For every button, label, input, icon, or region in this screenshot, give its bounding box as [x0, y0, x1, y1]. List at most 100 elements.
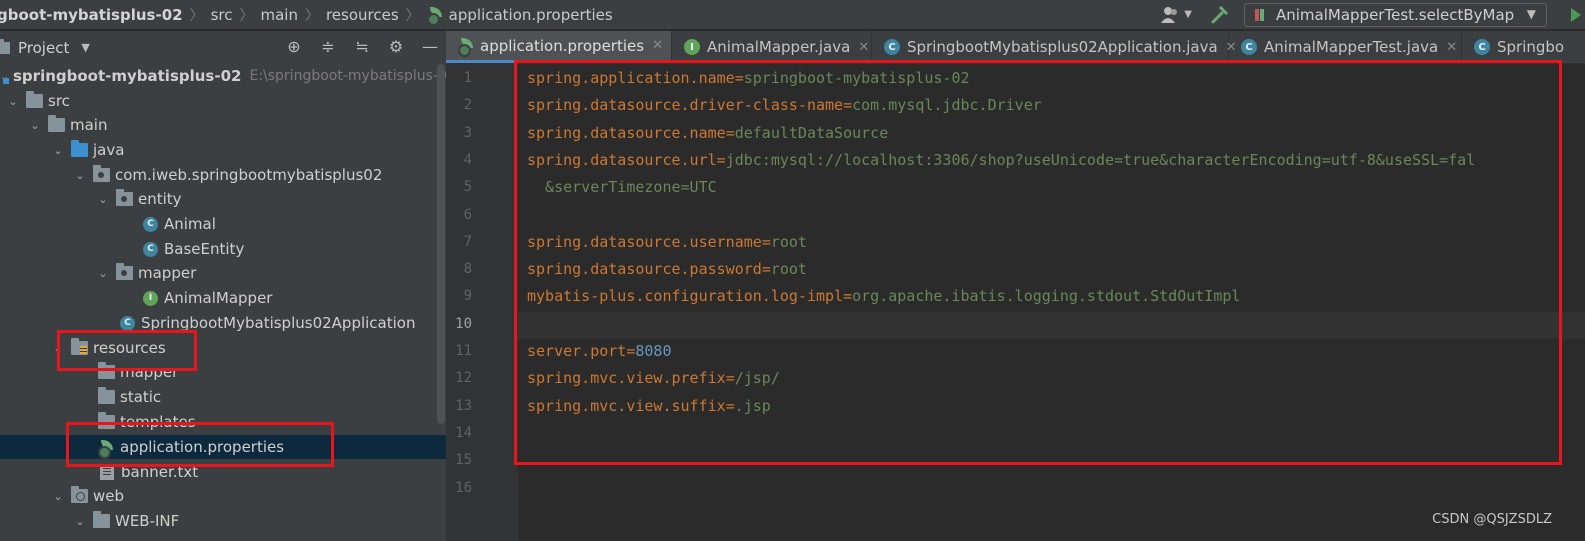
- tree-item-entity[interactable]: ⌄ entity: [0, 187, 446, 211]
- tree-item-baseentity[interactable]: C BaseEntity: [0, 237, 446, 261]
- property-key: spring.mvc.view.suffix: [527, 396, 726, 415]
- breadcrumb-item-project[interactable]: gboot-mybatisplus-02: [0, 6, 183, 24]
- tree-item-web-inf[interactable]: ⌄ WEB-INF: [0, 509, 446, 533]
- expand-arrow-icon[interactable]: ⌄: [51, 490, 65, 503]
- code-line: spring.datasource.password=root: [527, 256, 807, 283]
- collapse-icon[interactable]: ≒: [352, 36, 372, 56]
- breadcrumb-separator: 〉: [304, 7, 319, 24]
- breadcrumb-item-resources[interactable]: resources: [326, 6, 399, 24]
- tree-item-templates[interactable]: templates: [0, 410, 446, 434]
- expand-arrow-icon[interactable]: ⌄: [73, 515, 87, 528]
- expand-arrow-icon[interactable]: ⌄: [51, 144, 65, 157]
- line-number: 12: [455, 370, 472, 387]
- tree-item-application-properties[interactable]: application.properties: [0, 435, 446, 459]
- tree-item-package[interactable]: ⌄ com.iweb.springbootmybatisplus02: [0, 163, 446, 187]
- expand-arrow-icon[interactable]: ⌄: [73, 169, 87, 182]
- run-icon[interactable]: [1565, 3, 1585, 27]
- code-line: spring.datasource.url=jdbc:mysql://local…: [527, 147, 1475, 174]
- equals-sign: =: [734, 69, 744, 87]
- line-number: 6: [463, 206, 472, 223]
- tree-item-animalmapper[interactable]: I AnimalMapper: [0, 286, 446, 310]
- equals-sign: =: [761, 260, 771, 279]
- source-folder-icon: [71, 140, 88, 157]
- editor-tabs: application.properties ✕ I AnimalMapper.…: [446, 31, 1585, 64]
- breadcrumb-item-main[interactable]: main: [260, 6, 297, 24]
- tree-item-module[interactable]: ⌄ springboot-mybatisplus-02 E:\springboo…: [0, 64, 446, 88]
- property-key: spring.datasource.driver-class-name: [527, 96, 844, 115]
- breadcrumb-item-src[interactable]: src: [211, 6, 233, 24]
- class-icon: C: [143, 216, 158, 232]
- tree-item-static[interactable]: static: [0, 385, 446, 409]
- minimize-icon[interactable]: —: [420, 36, 440, 56]
- property-key: spring.datasource.name: [527, 123, 726, 142]
- tree-item-mapper-package[interactable]: ⌄ mapper: [0, 261, 446, 285]
- property-key: spring.datasource.username: [527, 232, 762, 251]
- spring-properties-icon: [426, 7, 444, 26]
- tree-item-mapper-folder[interactable]: mapper: [0, 360, 446, 384]
- expand-arrow-icon[interactable]: ⌄: [96, 193, 110, 206]
- code-line: spring.datasource.name=defaultDataSource: [527, 120, 888, 147]
- code-line: mybatis-plus.configuration.log-impl=org.…: [527, 283, 1240, 310]
- code-line: spring.datasource.driver-class-name=com.…: [527, 92, 1042, 119]
- user-icon[interactable]: ▼: [1160, 6, 1192, 24]
- property-value: com.mysql.jdbc.Driver: [852, 96, 1042, 115]
- tree-item-banner[interactable]: banner.txt: [0, 460, 446, 484]
- hammer-icon[interactable]: [1210, 5, 1230, 25]
- tree-item-main[interactable]: ⌄ main: [0, 113, 446, 137]
- tab-springbo[interactable]: C Springbo: [1462, 31, 1585, 63]
- breadcrumb: gboot-mybatisplus-02 〉 src 〉 main 〉 reso…: [0, 5, 613, 26]
- tab-application-properties[interactable]: application.properties ✕: [446, 31, 672, 63]
- code-editor[interactable]: spring.application.name=springboot-mybat…: [518, 64, 1585, 541]
- locate-icon[interactable]: ⊕: [284, 36, 304, 56]
- equals-sign: =: [725, 396, 735, 415]
- run-configuration-select[interactable]: AnimalMapperTest.selectByMap ▼: [1244, 2, 1547, 27]
- equals-sign: =: [725, 123, 735, 142]
- code-line: &serverTimezone=UTC: [527, 174, 717, 201]
- expand-arrow-icon[interactable]: ⌄: [28, 119, 42, 132]
- chevron-down-icon: ▼: [1526, 6, 1536, 21]
- breadcrumb-separator: 〉: [189, 7, 204, 24]
- expand-arrow-icon[interactable]: ⌄: [96, 267, 110, 280]
- line-number: 10: [455, 315, 472, 332]
- breadcrumb-separator: 〉: [405, 7, 420, 24]
- close-icon[interactable]: ✕: [1446, 40, 1457, 55]
- gear-icon[interactable]: ⚙: [386, 36, 406, 56]
- package-icon: [116, 263, 133, 280]
- property-key: spring.datasource.url: [527, 150, 717, 169]
- line-number: 1: [463, 70, 472, 86]
- spring-properties-icon: [458, 38, 475, 57]
- tab-animalmappertest[interactable]: C AnimalMapperTest.java ✕: [1229, 31, 1462, 63]
- tree-item-java[interactable]: ⌄ java: [0, 138, 446, 162]
- equals-sign: =: [843, 96, 853, 115]
- spring-properties-icon: [98, 439, 115, 459]
- expand-arrow-icon[interactable]: ⌄: [6, 95, 20, 108]
- navigation-bar: gboot-mybatisplus-02 〉 src 〉 main 〉 reso…: [0, 0, 1585, 29]
- tab-application-class[interactable]: C SpringbootMybatisplus02Application.jav…: [872, 31, 1237, 63]
- breadcrumb-item-file[interactable]: application.properties: [426, 6, 613, 26]
- current-line-highlight: [518, 312, 1585, 339]
- spring-class-icon: C: [120, 315, 135, 331]
- project-tree: ⌄ springboot-mybatisplus-02 E:\springboo…: [0, 64, 446, 541]
- expand-arrow-icon[interactable]: ⌄: [51, 342, 65, 355]
- tree-item-application-class[interactable]: C SpringbootMybatisplus02Application: [0, 311, 446, 335]
- spring-class-icon: C: [1474, 39, 1490, 55]
- spring-class-icon: C: [884, 39, 900, 55]
- property-key: spring.datasource.password: [527, 260, 762, 279]
- expand-icon[interactable]: ≑: [318, 36, 338, 56]
- close-icon[interactable]: ✕: [652, 38, 663, 53]
- project-tree-scrollbar[interactable]: [437, 64, 445, 424]
- property-value: jdbc:mysql://localhost:3306/shop?useUnic…: [725, 150, 1476, 169]
- tree-item-src[interactable]: ⌄ src: [0, 89, 446, 113]
- equals-sign: =: [843, 287, 853, 306]
- folder-icon: [98, 387, 115, 404]
- tree-item-animal[interactable]: C Animal: [0, 212, 446, 236]
- close-icon[interactable]: ✕: [858, 40, 869, 55]
- project-view-selector[interactable]: Project ▼: [0, 38, 90, 57]
- text-file-icon: [100, 464, 114, 480]
- tree-item-web[interactable]: ⌄ web: [0, 484, 446, 508]
- tab-animalmapper[interactable]: I AnimalMapper.java ✕: [672, 31, 872, 63]
- property-key: mybatis-plus.configuration.log-impl: [527, 287, 844, 306]
- tree-item-resources[interactable]: ⌄ resources: [0, 336, 446, 360]
- code-line: spring.application.name=springboot-mybat…: [527, 65, 970, 92]
- line-number: 8: [463, 261, 472, 278]
